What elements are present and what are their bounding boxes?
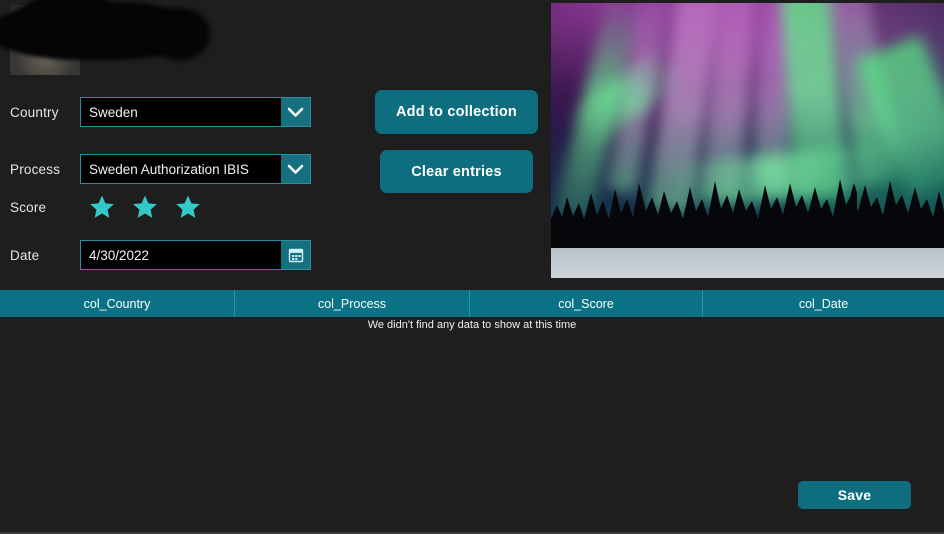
column-header-date[interactable]: col_Date (703, 290, 944, 317)
date-label: Date (10, 247, 40, 263)
country-select[interactable]: Sweden (80, 97, 311, 127)
star-icon[interactable] (132, 194, 158, 220)
calendar-icon[interactable] (281, 241, 310, 269)
country-label: Country (10, 104, 59, 120)
date-input[interactable]: 4/30/2022 (80, 240, 311, 270)
chevron-down-icon[interactable] (281, 98, 310, 126)
column-header-process[interactable]: col_Process (235, 290, 470, 317)
empty-state-message: We didn't find any data to show at this … (367, 319, 577, 331)
app-window: Country Sweden Process Sweden Authorizat… (0, 0, 944, 534)
tree-silhouettes (551, 179, 944, 248)
aurora-borealis-photo (551, 3, 944, 278)
add-to-collection-button[interactable]: Add to collection (375, 90, 538, 134)
column-header-country[interactable]: col_Country (0, 290, 235, 317)
country-value: Sweden (89, 104, 138, 120)
score-label: Score (10, 199, 47, 215)
results-table-header: col_Country col_Process col_Score col_Da… (0, 290, 944, 317)
clear-entries-button[interactable]: Clear entries (380, 150, 533, 193)
process-value: Sweden Authorization IBIS (89, 161, 249, 177)
star-icon[interactable] (175, 194, 201, 220)
country-row: Country Sweden (10, 97, 311, 127)
process-label: Process (10, 161, 61, 177)
process-select[interactable]: Sweden Authorization IBIS (80, 154, 311, 184)
score-row: Score (10, 194, 201, 220)
date-value: 4/30/2022 (89, 247, 150, 263)
star-icon[interactable] (89, 194, 115, 220)
redaction-overlay-tail (150, 8, 210, 60)
date-row: Date 4/30/2022 (10, 240, 311, 270)
process-row: Process Sweden Authorization IBIS (10, 154, 311, 184)
score-rating[interactable] (89, 194, 201, 220)
save-button[interactable]: Save (798, 481, 911, 509)
column-header-score[interactable]: col_Score (470, 290, 703, 317)
chevron-down-icon[interactable] (281, 155, 310, 183)
